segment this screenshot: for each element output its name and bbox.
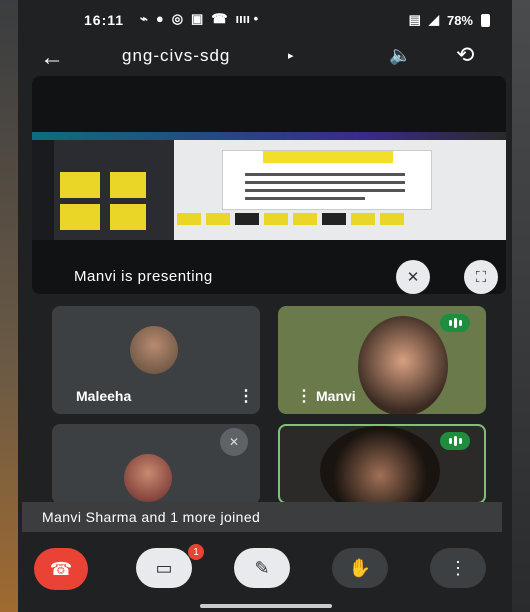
camera-toggle-button[interactable]: ▭ — [136, 548, 192, 588]
presenting-label: Manvi is presenting — [74, 268, 213, 285]
more-options-button[interactable]: ⋮ — [430, 548, 486, 588]
u-icon: ▣ — [191, 11, 204, 26]
status-bar: 16:11 ⌁ ● ◎ ▣ ☎ ıııı • ▤ ◢ 78% — [18, 0, 512, 40]
home-indicator — [200, 604, 332, 608]
mic-toggle-button[interactable]: ✎ — [234, 548, 290, 588]
fullscreen-icon[interactable]: ⛶ — [464, 260, 498, 294]
participant-tile[interactable] — [278, 424, 486, 504]
speaking-indicator-icon — [440, 314, 470, 332]
back-arrow-icon[interactable]: ← — [40, 44, 64, 72]
participant-tile-manvi[interactable]: Manvi ⋮ — [278, 306, 486, 414]
background-right — [512, 0, 530, 612]
more-vert-icon: ⋮ — [449, 557, 467, 578]
status-time: 16:11 — [84, 12, 125, 28]
more-options-icon[interactable]: ⋮ — [296, 386, 312, 406]
notification-icons: ⌁ ● ◎ ▣ ☎ ıııı • — [140, 11, 258, 27]
more-options-icon[interactable]: ⋮ — [238, 386, 254, 406]
camera-badge: 1 — [188, 544, 204, 560]
background-left — [0, 0, 18, 612]
participant-video — [320, 426, 440, 502]
join-notification-text: Manvi Sharma and 1 more joined — [42, 509, 261, 525]
switch-camera-icon[interactable]: ⟲ — [456, 42, 474, 68]
battery-icon — [481, 13, 490, 27]
hand-icon: ✋ — [348, 557, 372, 578]
mic-off-icon[interactable]: ✕ — [396, 260, 430, 294]
phone-icon: ☎ — [211, 11, 228, 26]
speaker-icon[interactable]: 🔈 — [389, 45, 411, 66]
mic-muted-icon: ✕ — [220, 428, 248, 456]
join-notification: Manvi Sharma and 1 more joined — [22, 502, 502, 532]
participant-name: Manvi — [316, 388, 356, 404]
status-right: ▤ ◢ 78% — [409, 12, 490, 28]
whatsapp-icon: ◎ — [171, 11, 184, 26]
participant-tile[interactable]: ✕ — [52, 424, 260, 504]
chevron-right-icon[interactable]: ▸ — [288, 49, 294, 62]
filmstrip — [177, 212, 477, 226]
signal-extra: ıııı • — [235, 11, 259, 26]
presentation-tile[interactable]: Manvi is presenting ✕ ⛶ — [32, 76, 506, 294]
participant-name: Maleeha — [76, 388, 132, 404]
mic-off-icon: ✎ — [254, 557, 270, 578]
slide-canvas — [222, 150, 432, 210]
meeting-header: ← gng-civs-sdg ▸ 🔈 ⟲ — [18, 40, 512, 80]
camera-off-icon: ▭ — [155, 557, 173, 578]
shared-screen — [32, 132, 506, 240]
hang-up-icon: ☎ — [49, 558, 73, 579]
avatar — [130, 326, 178, 374]
participant-video — [358, 316, 448, 414]
avatar — [124, 454, 172, 502]
meet-screen: 16:11 ⌁ ● ◎ ▣ ☎ ıııı • ▤ ◢ 78% ← gng-civ… — [18, 0, 512, 612]
participant-tile-maleeha[interactable]: Maleeha ⋮ — [52, 306, 260, 414]
battery-percent: 78% — [446, 12, 473, 28]
chat-icon: ● — [155, 11, 164, 26]
speaking-indicator-icon — [440, 432, 470, 450]
end-call-button[interactable]: ☎ — [34, 548, 88, 590]
meeting-title[interactable]: gng-civs-sdg — [122, 46, 230, 66]
call-icon: ⌁ — [140, 11, 148, 26]
signal-icon: ◢ — [428, 12, 439, 27]
wifi-icon: ▤ — [408, 12, 421, 27]
call-controls: ☎ ▭ 1 ✎ ✋ ⋮ — [18, 540, 512, 600]
raise-hand-button[interactable]: ✋ — [332, 548, 388, 588]
